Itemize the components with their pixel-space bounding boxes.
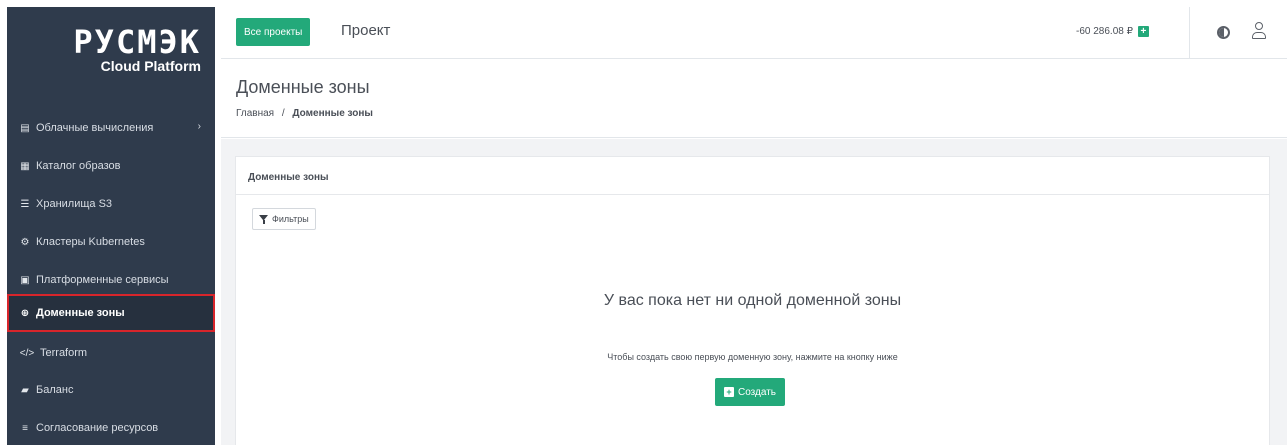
sidebar-item-label: Кластеры Kubernetes — [36, 236, 145, 248]
sidebar-item-domain-zones[interactable]: ⊕ Доменные зоны — [7, 294, 215, 332]
sidebar-item-cloud-computing[interactable]: ▤ Облачные вычисления › — [7, 109, 215, 147]
user-icon[interactable] — [1252, 22, 1266, 40]
filter-icon — [259, 214, 268, 224]
sidebar-item-image-catalog[interactable]: ▦ Каталог образов — [7, 147, 215, 185]
breadcrumb-current: Доменные зоны — [292, 108, 373, 119]
user-icon-body — [1252, 32, 1266, 39]
sidebar-item-label: Платформенные сервисы — [36, 274, 169, 286]
empty-state-title: У вас пока нет ни одной доменной зоны — [603, 292, 902, 309]
sidebar-item-label: Хранилища S3 — [36, 198, 113, 210]
logo-wordmark: РУСМЭК — [73, 23, 201, 61]
sidebar-item-label: Баланс — [36, 384, 74, 396]
page-header: Доменные зоны Главная / Доменные зоны — [221, 60, 1287, 138]
filters-button[interactable]: Фильтры — [252, 208, 316, 230]
project-title: Проект — [341, 22, 391, 39]
sidebar-item-balance[interactable]: ▰ Баланс — [7, 371, 215, 409]
logo[interactable]: РУСМЭК Cloud Platform — [7, 7, 215, 87]
breadcrumb-separator: / — [281, 108, 285, 119]
plus-icon: + — [724, 387, 734, 397]
empty-state-description: Чтобы создать свою первую доменную зону,… — [607, 352, 898, 362]
balance-display[interactable]: -60 286.08 ₽ + — [1076, 26, 1149, 37]
theme-toggle-icon[interactable] — [1217, 26, 1230, 39]
sidebar-item-resource-approval[interactable]: ≡ Согласование ресурсов — [7, 409, 215, 445]
sidebar-item-terraform[interactable]: </> Terraform — [7, 334, 215, 372]
domain-zones-card: Доменные зоны Фильтры У вас пока нет ни … — [235, 156, 1270, 445]
sidebar-item-s3-storage[interactable]: ☰ Хранилища S3 — [7, 185, 215, 223]
card-header: Доменные зоны — [236, 157, 1269, 195]
logo-subtitle: Cloud Platform — [100, 58, 201, 74]
add-funds-icon[interactable]: + — [1137, 26, 1149, 37]
monitor-icon: ▣ — [20, 274, 30, 286]
breadcrumb-home-link[interactable]: Главная — [236, 108, 274, 119]
card-title: Доменные зоны — [248, 172, 329, 183]
create-domain-zone-button[interactable]: + Создать — [715, 378, 786, 406]
kubernetes-icon: ⚙ — [20, 236, 30, 248]
sidebar-item-label: Доменные зоны — [36, 307, 125, 319]
sidebar-item-label: Согласование ресурсов — [36, 422, 159, 434]
database-icon: ☰ — [20, 198, 30, 210]
topbar: Все проекты Проект -60 286.08 ₽ + — [221, 7, 1287, 59]
user-icon-head — [1255, 22, 1263, 30]
code-icon: </> — [19, 347, 35, 359]
sidebar-item-label: Облачные вычисления — [36, 122, 154, 134]
globe-icon: ⊕ — [20, 307, 30, 319]
sidebar-item-label: Каталог образов — [36, 160, 121, 172]
server-icon: ▤ — [20, 122, 30, 134]
breadcrumb: Главная / Доменные зоны — [236, 108, 373, 119]
chevron-right-icon: › — [197, 121, 201, 132]
sidebar: РУСМЭК Cloud Platform ▤ Облачные вычисле… — [7, 7, 215, 445]
grid-icon: ▦ — [20, 160, 30, 172]
topbar-divider — [1189, 7, 1190, 59]
create-button-label: Создать — [738, 386, 777, 398]
sidebar-item-label: Terraform — [40, 347, 88, 359]
app-window: РУСМЭК Cloud Platform ▤ Облачные вычисле… — [0, 0, 1287, 445]
page-title: Доменные зоны — [236, 77, 370, 97]
wallet-icon: ▰ — [21, 384, 29, 396]
sidebar-item-kubernetes[interactable]: ⚙ Кластеры Kubernetes — [7, 223, 215, 261]
all-projects-button[interactable]: Все проекты — [236, 18, 311, 46]
filters-button-label: Фильтры — [272, 214, 309, 224]
balance-amount: -60 286.08 ₽ — [1076, 26, 1133, 37]
list-icon: ≡ — [22, 422, 28, 434]
